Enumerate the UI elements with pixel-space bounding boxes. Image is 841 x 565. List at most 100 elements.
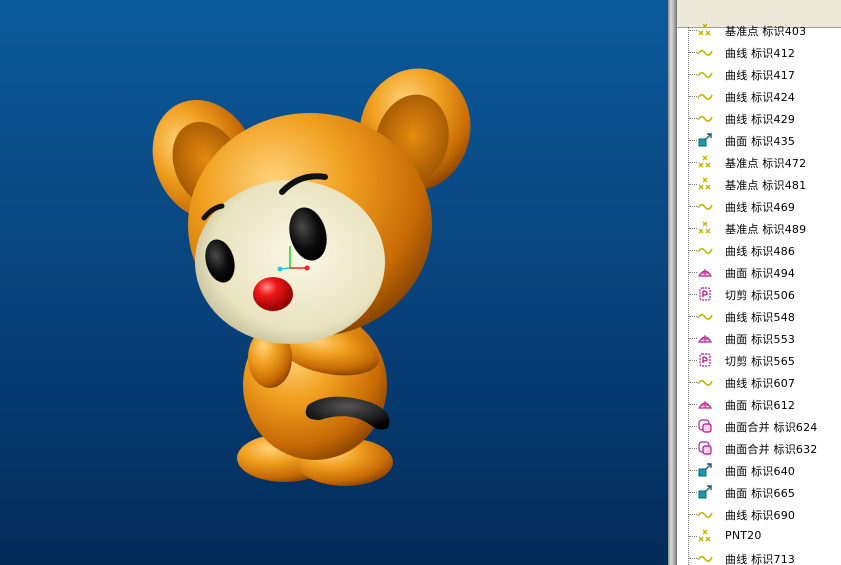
tree-item-label: 曲线 标识690 [725,509,796,522]
curve-icon [697,198,713,214]
trim-icon [697,286,713,302]
tree-item-label: 曲线 标识548 [725,311,796,324]
tree-connector [689,272,697,273]
curve-icon [697,308,713,324]
tree-connector [689,404,697,405]
tree-item-label: 曲线 标识469 [725,201,796,214]
tree-item-label: 曲线 标识429 [725,113,796,126]
tree-item-label: 曲线 标识424 [725,91,796,104]
tree-connector [689,294,697,295]
tree-item[interactable]: 曲面 标识665 [677,481,841,503]
tree-connector [689,514,697,515]
tree-item[interactable]: 曲线 标识548 [677,305,841,327]
tree-item[interactable]: 曲线 标识412 [677,41,841,63]
tree-item[interactable]: 曲线 标识417 [677,63,841,85]
tree-connector [689,558,697,559]
datum-point-icon [697,176,713,192]
tree-item-label: 曲线 标识417 [725,69,796,82]
tree-item[interactable]: 基准点 标识472 [677,151,841,173]
tree-item-label: 切剪 标识506 [725,289,796,302]
tree-connector [689,382,697,383]
tree-connector [689,52,697,53]
tree-item[interactable]: 基准点 标识481 [677,173,841,195]
boundary-surface-icon [697,330,713,346]
curve-icon [697,506,713,522]
tree-connector [689,206,697,207]
tree-item-label: 曲线 标识713 [725,553,796,565]
tree-item[interactable]: 切剪 标识506 [677,283,841,305]
tree-item[interactable]: 曲线 标识469 [677,195,841,217]
model-tree-list: 基准点 标识403 曲线 标识412 曲线 标识417 曲线 标识424 曲线 标识42… [677,19,841,565]
curve-icon [697,66,713,82]
tree-item[interactable]: 曲线 标识486 [677,239,841,261]
tree-item[interactable]: 曲面 标识612 [677,393,841,415]
tree-item-label: PNT20 [725,529,762,542]
tree-item[interactable]: 曲面 标识640 [677,459,841,481]
tree-item[interactable]: 曲面合并 标识632 [677,437,841,459]
tree-item-label: 曲线 标识486 [725,245,796,258]
tree-connector [689,96,697,97]
tree-connector [689,448,697,449]
tree-item-label: 曲面合并 标识632 [725,443,818,456]
tree-item[interactable]: 曲线 标识429 [677,107,841,129]
tree-item-label: 曲面合并 标识624 [725,421,818,434]
model-tree-panel: 基准点 标识403 曲线 标识412 曲线 标识417 曲线 标识424 曲线 标识42… [677,0,841,565]
tree-item-label: 曲线 标识607 [725,377,796,390]
splitter-bar[interactable] [668,0,677,565]
curve-icon [697,550,713,565]
tree-item[interactable]: 基准点 标识403 [677,19,841,41]
tree-connector [689,184,697,185]
merge-icon [697,440,713,456]
tree-connector [689,316,697,317]
merge-icon [697,418,713,434]
tree-item[interactable]: 曲面 标识494 [677,261,841,283]
curve-icon [697,44,713,60]
nose [253,277,293,311]
tree-connector [689,250,697,251]
tree-item[interactable]: 切剪 标识565 [677,349,841,371]
tree-item[interactable]: 曲面 标识553 [677,327,841,349]
tree-item[interactable]: 曲面 标识435 [677,129,841,151]
3d-viewport[interactable] [0,0,668,565]
curve-icon [697,110,713,126]
tree-item-label: 曲面 标识640 [725,465,796,478]
boundary-surface-icon [697,396,713,412]
datum-point-icon [697,22,713,38]
tree-item[interactable]: PNT20 [677,525,841,547]
tree-connector [689,426,697,427]
boundary-surface-icon [697,264,713,280]
tree-connector [689,162,697,163]
tree-connector [689,140,697,141]
tree-item[interactable]: 曲线 标识690 [677,503,841,525]
tree-connector [689,338,697,339]
tree-item-label: 曲面 标识612 [725,399,796,412]
tree-connector [689,536,697,537]
tree-item-label: 曲面 标识665 [725,487,796,500]
tree-item-label: 切剪 标识565 [725,355,796,368]
tree-item-label: 基准点 标识481 [725,179,807,192]
curve-icon [697,374,713,390]
tree-item-label: 基准点 标识489 [725,223,807,236]
tree-connector [689,360,697,361]
datum-point-icon [697,528,713,544]
tree-item-label: 曲面 标识435 [725,135,796,148]
tree-item[interactable]: 基准点 标识489 [677,217,841,239]
tree-item-label: 曲线 标识412 [725,47,796,60]
tree-item[interactable]: 曲线 标识607 [677,371,841,393]
tree-connector [689,492,697,493]
tree-connector [689,118,697,119]
trim-icon [697,352,713,368]
datum-point-icon [697,154,713,170]
surface-icon [697,462,713,478]
tree-item-label: 基准点 标识403 [725,25,807,38]
tree-item[interactable]: 曲线 标识424 [677,85,841,107]
tree-item-label: 曲面 标识553 [725,333,796,346]
mouse-model[interactable] [0,0,668,565]
surface-icon [697,484,713,500]
tree-item-label: 基准点 标识472 [725,157,807,170]
tree-item[interactable]: 曲线 标识713 [677,547,841,565]
tree-item-label: 曲面 标识494 [725,267,796,280]
surface-icon [697,132,713,148]
tree-item[interactable]: 曲面合并 标识624 [677,415,841,437]
datum-point-icon [697,220,713,236]
